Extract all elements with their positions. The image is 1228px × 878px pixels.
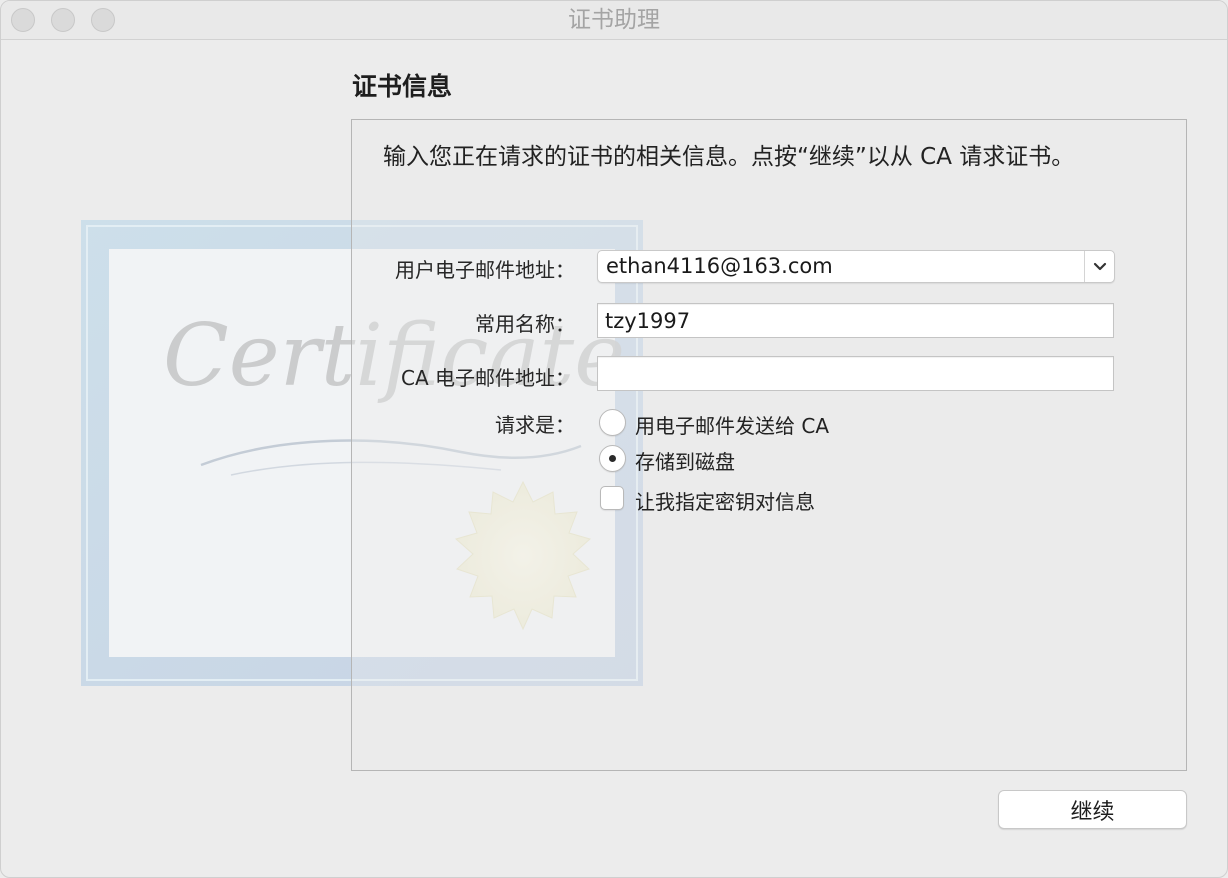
specify-keypair-label[interactable]: 让我指定密钥对信息 [635, 486, 815, 515]
section-title: 证书信息 [352, 72, 453, 101]
radio-selected-dot [609, 455, 616, 462]
email-dropdown-button[interactable] [1084, 251, 1114, 282]
intro-text: 输入您正在请求的证书的相关信息。点按“继续”以从 CA 请求证书。 [383, 144, 1075, 170]
ca-email-label: CA 电子邮件地址： [400, 366, 575, 390]
email-to-ca-label[interactable]: 用电子邮件发送给 CA [635, 410, 829, 439]
user-email-combobox[interactable]: ethan4116@163.com [597, 250, 1115, 283]
request-type-label: 请求是： [495, 413, 575, 437]
user-email-label: 用户电子邮件地址： [395, 258, 575, 282]
chevron-down-icon [1093, 262, 1106, 270]
info-panel [351, 119, 1187, 771]
common-name-field[interactable] [597, 303, 1114, 338]
specify-keypair-checkbox[interactable] [600, 486, 624, 510]
email-to-ca-radio[interactable] [599, 409, 626, 436]
continue-button[interactable]: 继续 [998, 790, 1187, 829]
save-to-disk-label[interactable]: 存储到磁盘 [635, 446, 735, 475]
window-title: 证书助理 [568, 7, 660, 33]
title-bar: 证书助理 [1, 1, 1227, 40]
user-email-value[interactable]: ethan4116@163.com [606, 251, 833, 282]
certificate-assistant-window: 证书助理 Certificate 证书信息 输入您正在请求的证书的相关信息。点按… [0, 0, 1228, 878]
common-name-label: 常用名称： [475, 312, 575, 336]
save-to-disk-radio[interactable] [599, 445, 626, 472]
ca-email-field[interactable] [597, 356, 1114, 391]
